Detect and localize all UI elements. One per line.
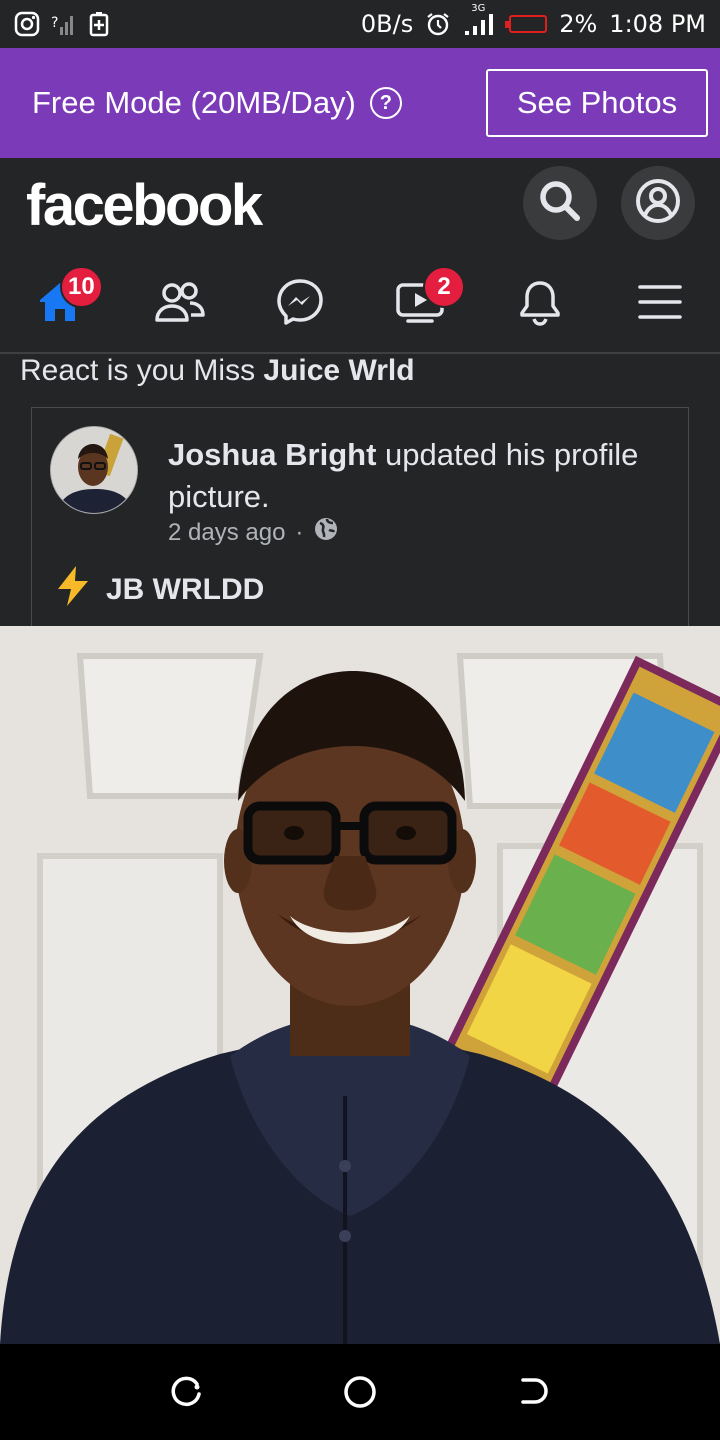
- post-context: React is you Miss Juice Wrld: [20, 354, 415, 388]
- shared-post-card: Joshua Bright updated his profile pictur…: [31, 407, 689, 626]
- tab-messenger[interactable]: [240, 256, 360, 352]
- see-photos-button[interactable]: See Photos: [486, 69, 708, 137]
- status-left-icons: ?: [14, 11, 112, 37]
- tab-watch[interactable]: 2: [360, 256, 480, 352]
- network-type: 3G: [471, 3, 486, 14]
- watch-badge: 2: [423, 266, 465, 308]
- help-icon[interactable]: ?: [369, 87, 402, 119]
- post-headline: Joshua Bright updated his profile pictur…: [168, 434, 678, 518]
- friends-icon: [154, 280, 206, 329]
- globe-icon: [313, 516, 339, 549]
- avatar[interactable]: [50, 426, 138, 514]
- main-nav: 10 2: [0, 256, 720, 352]
- messenger-icon: [275, 277, 325, 332]
- tab-menu[interactable]: [600, 256, 720, 352]
- meta-separator: ·: [295, 518, 304, 546]
- status-bar: ? 0B/s 3G 2% 1:08 PM: [0, 0, 720, 48]
- alarm-icon: [425, 11, 451, 37]
- no-signal-icon: ?: [50, 11, 76, 37]
- free-mode-label: Free Mode (20MB/Day): [32, 85, 356, 120]
- lightning-icon: [54, 564, 92, 616]
- free-mode-banner: Free Mode (20MB/Day) ? See Photos: [0, 48, 720, 158]
- tab-notifications[interactable]: [480, 256, 600, 352]
- search-button[interactable]: [523, 166, 597, 240]
- bio-text: JB WRLDD: [106, 573, 265, 606]
- recents-button[interactable]: [167, 1372, 207, 1412]
- post-time[interactable]: 2 days ago: [168, 519, 285, 547]
- app-header: facebook 10 2: [0, 158, 720, 354]
- cell-signal-icon: 3G: [463, 3, 497, 37]
- battery-saver-icon: [86, 11, 112, 37]
- context-prefix: React is you Miss: [20, 354, 264, 387]
- profile-icon: [634, 177, 682, 230]
- battery-icon: [505, 15, 548, 33]
- post-meta: 2 days ago ·: [168, 516, 339, 549]
- status-right: 0B/s 3G 2% 1:08 PM: [360, 3, 706, 38]
- tab-friends[interactable]: [120, 256, 240, 352]
- svg-text:?: ?: [51, 15, 58, 31]
- post-author[interactable]: Joshua Bright: [168, 437, 376, 472]
- clock: 1:08 PM: [609, 10, 706, 38]
- search-icon: [537, 178, 583, 229]
- news-feed: React is you Miss Juice Wrld Joshua Brig…: [0, 354, 720, 626]
- battery-percent: 2%: [559, 10, 598, 38]
- hamburger-menu-icon: [637, 282, 683, 327]
- profile-picture-photo[interactable]: [0, 626, 720, 1344]
- back-button[interactable]: [513, 1372, 553, 1412]
- bell-icon: [518, 278, 562, 331]
- instagram-icon: [14, 11, 40, 37]
- profile-button[interactable]: [621, 166, 695, 240]
- free-mode-label-group: Free Mode (20MB/Day) ?: [32, 85, 402, 121]
- tab-home[interactable]: 10: [0, 256, 120, 352]
- context-name[interactable]: Juice Wrld: [263, 354, 414, 387]
- post-bio: JB WRLDD: [54, 564, 264, 616]
- data-rate: 0B/s: [360, 10, 414, 38]
- home-button[interactable]: [340, 1372, 380, 1412]
- facebook-logo[interactable]: facebook: [26, 172, 263, 239]
- home-badge: 10: [60, 266, 103, 308]
- system-nav-bar: [0, 1344, 720, 1440]
